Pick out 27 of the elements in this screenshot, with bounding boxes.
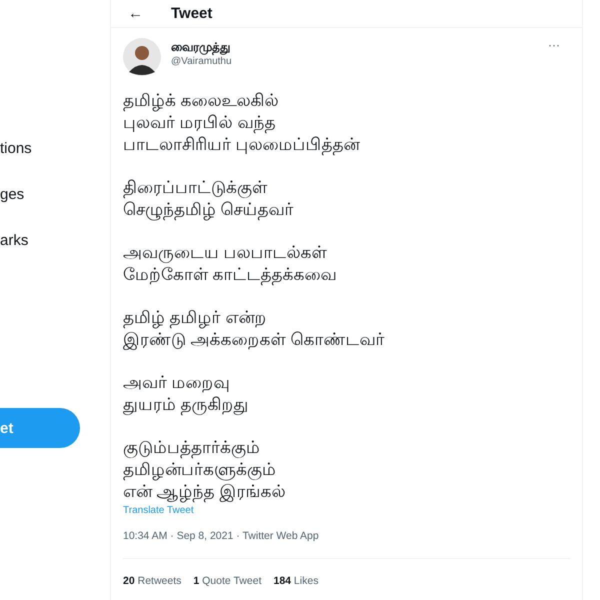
avatar-icon[interactable] (123, 38, 161, 76)
tweet-text-line: இரண்டு அக்கறைகள் கொண்டவர் (123, 329, 384, 351)
tweet-text-line: அவருடைய பலபாடல்கள் (123, 242, 327, 264)
author-handle[interactable]: @Vairamuthu (171, 55, 232, 69)
stat-link[interactable]: 184 Likes (273, 575, 318, 587)
tweet-text-line: என் ஆழ்ந்த இரங்கல் (123, 481, 286, 503)
tweet-text-line: தமிழ் தமிழர் என்ற (123, 307, 266, 329)
tweet-text-line: குடும்பத்தார்க்கும் (123, 437, 260, 459)
tweet-text-line: செழுந்தமிழ் செய்தவர் (123, 199, 294, 221)
tweet-timestamp: 10:34 AM · Sep 8, 2021 · Twitter Web App (123, 530, 570, 559)
tweet-text-line: துயரம் தருகிறது (123, 394, 249, 416)
author-name[interactable]: வைரமுத்து (171, 40, 230, 55)
tweet-text-line: புலவர் மரபில் வந்த (123, 112, 276, 134)
nav-item[interactable]: tions (0, 139, 32, 158)
tweet-text-line: தமிழன்பர்களுக்கும் (123, 459, 276, 481)
back-icon[interactable]: ← (128, 5, 143, 22)
tweet-text-line: அவர் மறைவு (123, 372, 230, 394)
nav-item[interactable]: arks (0, 231, 28, 250)
more-icon[interactable]: ··· (548, 38, 570, 52)
tweet-text-line: பாடலாசிரியர் புலமைப்பித்தன் (123, 134, 360, 156)
tweet-text-line: திரைப்பாட்டுக்குள் (123, 177, 267, 199)
stat-link[interactable]: 1 Quote Tweet (193, 575, 262, 587)
nav-item[interactable]: ges (0, 185, 24, 204)
tweet-text-line: தமிழ்க் கலைஉலகில் (123, 90, 279, 112)
tweet-text-line: மேற்கோள் காட்டத்தக்கவை (123, 264, 337, 286)
page-title: Tweet (171, 5, 212, 22)
stat-link[interactable]: 20 Retweets (123, 575, 182, 587)
